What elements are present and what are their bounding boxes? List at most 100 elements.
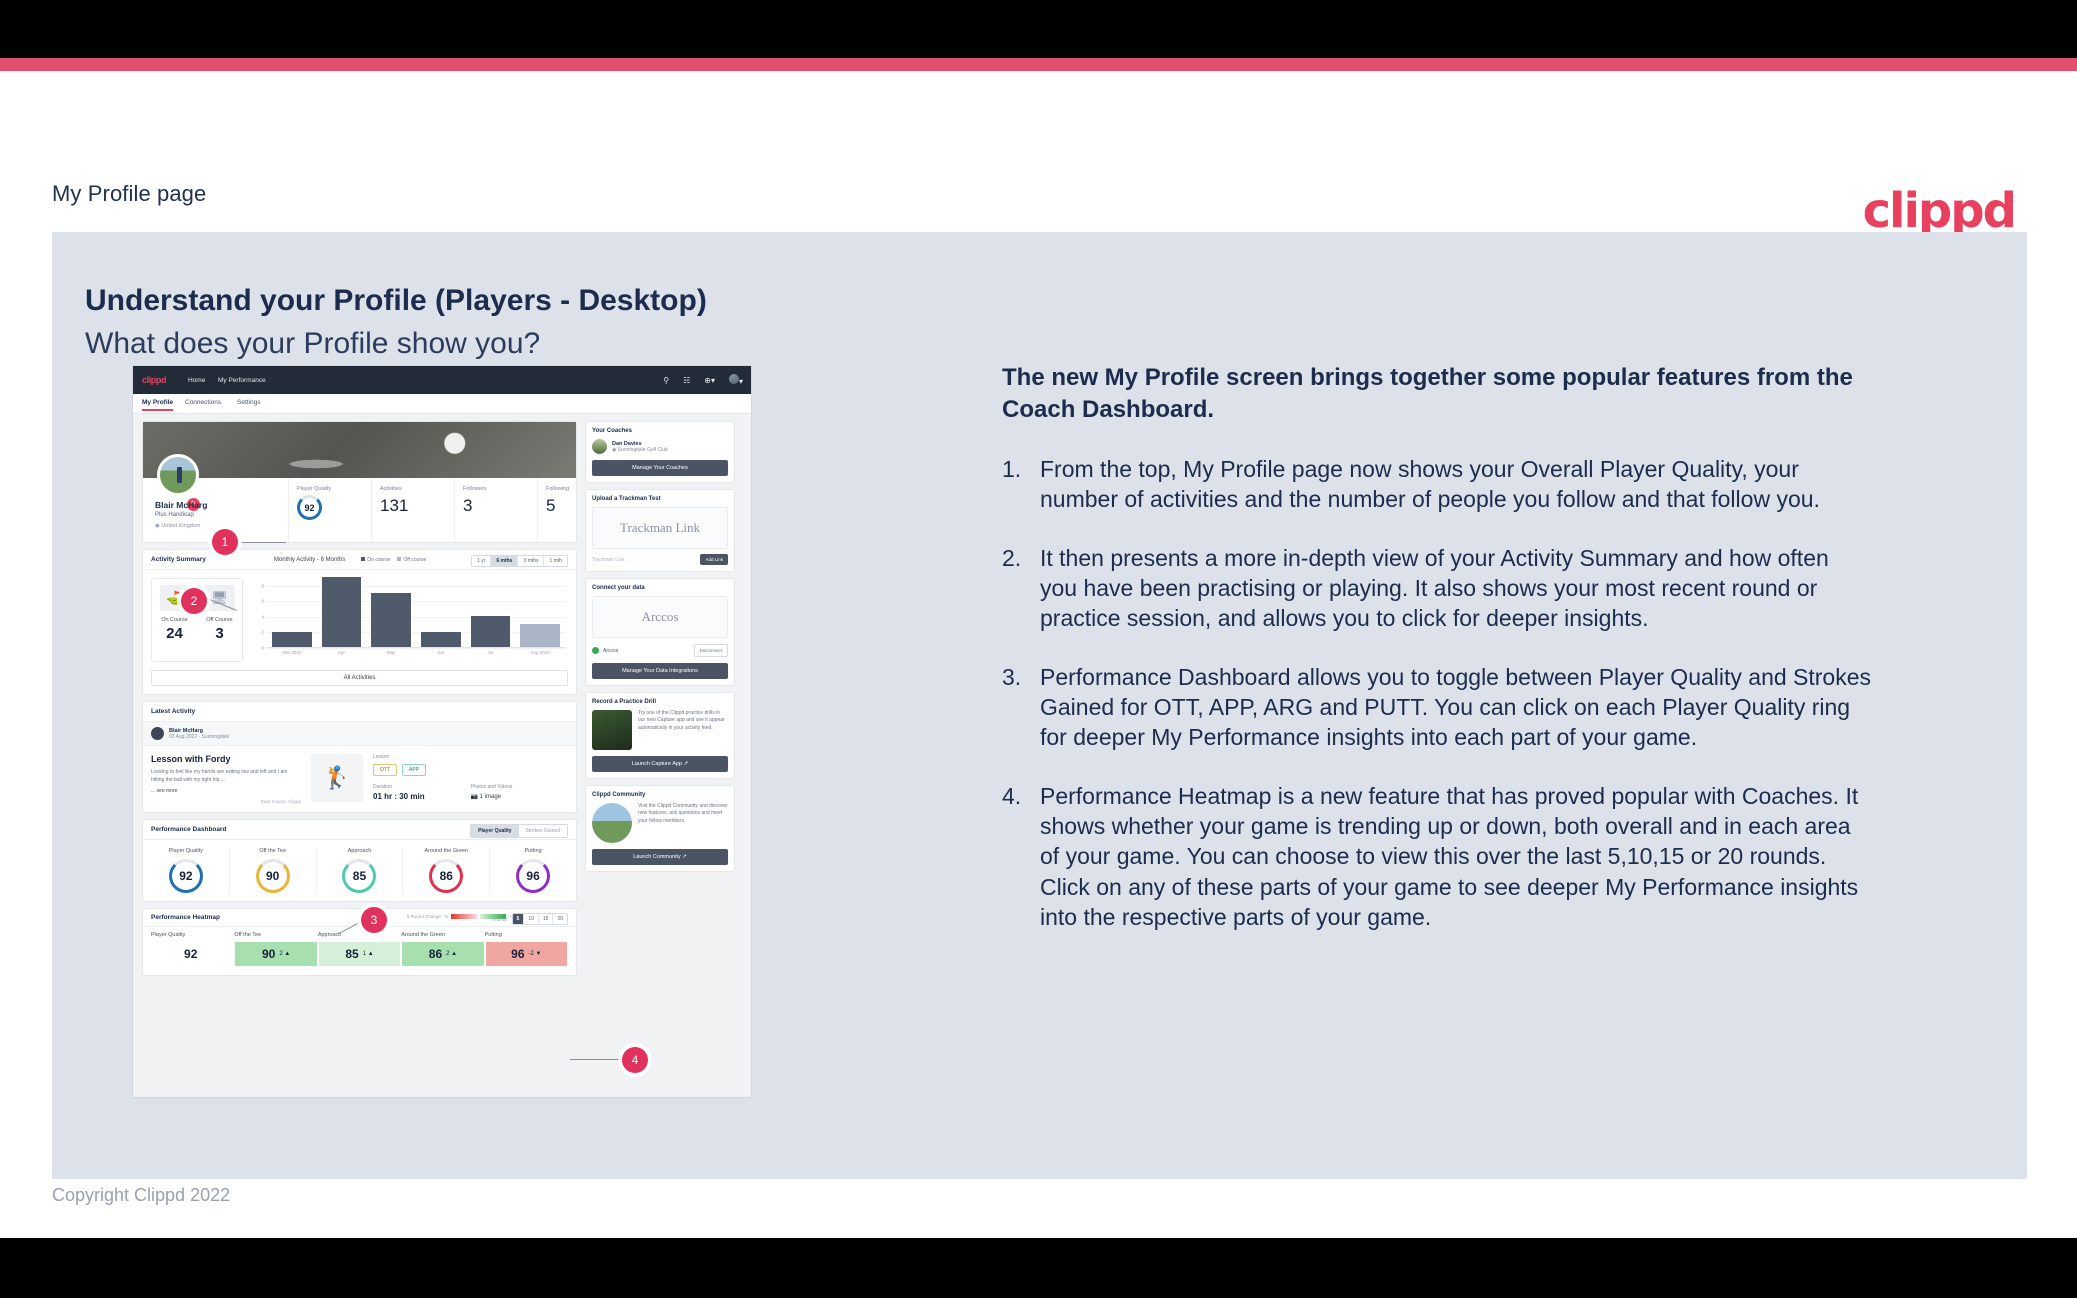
search-icon[interactable]: ⚲ bbox=[663, 376, 669, 385]
profile-location: ◉ United Kingdom bbox=[155, 523, 201, 529]
heatmap-delta: 1 ▲ bbox=[362, 951, 374, 957]
community-icon[interactable]: ☵ bbox=[683, 376, 690, 385]
rounds-5[interactable]: 5 bbox=[512, 914, 525, 924]
bar-jul[interactable] bbox=[470, 616, 511, 647]
player-quality-ring[interactable]: 92 bbox=[297, 495, 322, 520]
bar-may[interactable] bbox=[371, 592, 412, 647]
launch-community-button[interactable]: Launch Community ↗ bbox=[592, 849, 728, 865]
rounds-20[interactable]: 20 bbox=[553, 914, 567, 924]
lesson-type-label: Lesson bbox=[373, 754, 390, 760]
connect-title: Connect your data bbox=[592, 585, 645, 591]
launch-capture-app-button[interactable]: Launch Capture App ↗ bbox=[592, 756, 728, 772]
x-tick: May bbox=[386, 650, 396, 655]
accent-bar bbox=[0, 58, 2077, 71]
heatmap-cell-around-the-green[interactable]: 86 2 ▲ bbox=[401, 941, 485, 967]
range-1mth[interactable]: 1 mth bbox=[544, 556, 567, 566]
coach-row[interactable]: Dan Davies ◉ Sunningdale Golf Club bbox=[592, 439, 728, 454]
rounds-15[interactable]: 15 bbox=[538, 914, 554, 924]
add-icon[interactable]: ⊕▾ bbox=[704, 376, 715, 385]
data-source: Data Source: Clippd bbox=[260, 799, 301, 804]
app-navbar: clippd Home My Performance ⚲ ☵ ⊕▾ ▾ bbox=[133, 366, 751, 394]
chip-app[interactable]: APP bbox=[402, 764, 427, 776]
heatmap-cell-putting[interactable]: 96 -2 ▼ bbox=[484, 941, 569, 967]
range-1yr[interactable]: 1 yr bbox=[472, 556, 492, 566]
ring-cell-around-the-green[interactable]: Around the Green 86 bbox=[403, 848, 491, 893]
tab-connections[interactable]: Connections bbox=[185, 399, 221, 406]
y-tick: 2 bbox=[261, 629, 264, 635]
toggle-player-quality[interactable]: Player Quality bbox=[471, 825, 519, 837]
rounds-10[interactable]: 10 bbox=[524, 914, 539, 924]
ring-cell-player-quality[interactable]: Player Quality 92 bbox=[143, 848, 230, 893]
explanation-list: 1. From the top, My Profile page now sho… bbox=[1002, 454, 1872, 933]
manage-integrations-button[interactable]: Manage Your Data Integrations bbox=[592, 663, 728, 679]
bar-apr[interactable] bbox=[321, 577, 362, 647]
toggle-strokes-gained[interactable]: Strokes Gained bbox=[518, 825, 567, 837]
trackman-input[interactable]: Trackman Link bbox=[592, 557, 625, 563]
bar-jun[interactable] bbox=[421, 631, 461, 647]
stat-player-quality[interactable]: Player Quality 92 bbox=[288, 478, 371, 542]
cover-photo bbox=[143, 422, 576, 478]
ring-value[interactable]: 86 bbox=[429, 859, 464, 893]
chip-ott[interactable]: OTT bbox=[373, 764, 397, 776]
range-3mths[interactable]: 3 mths bbox=[518, 556, 545, 566]
counter-value: 24 bbox=[166, 625, 183, 642]
tab-settings[interactable]: Settings bbox=[237, 399, 261, 406]
nav-link-my-performance[interactable]: My Performance bbox=[218, 377, 266, 384]
x-tick: Jul bbox=[487, 650, 494, 655]
nav-link-home[interactable]: Home bbox=[188, 377, 205, 384]
heatmap-value: 90 bbox=[261, 947, 276, 961]
list-item: 4. Performance Heatmap is a new feature … bbox=[1002, 781, 1872, 933]
activity-title: Activity Summary bbox=[151, 556, 206, 563]
duration-column: Duration 01 hr : 30 min bbox=[373, 784, 471, 801]
heatmap-cell-off-the-tee[interactable]: 90 2 ▲ bbox=[234, 941, 318, 967]
manage-coaches-button[interactable]: Manage Your Coaches bbox=[592, 460, 728, 476]
stat-following[interactable]: Following 5 bbox=[537, 478, 620, 542]
heatmap-cell-approach[interactable]: 85 1 ▲ bbox=[317, 941, 402, 967]
scale-gradient-negative bbox=[450, 914, 477, 919]
bar-aug[interactable] bbox=[520, 624, 561, 647]
latest-title: Latest Activity bbox=[151, 708, 196, 715]
all-activities-button[interactable]: All Activities bbox=[151, 670, 568, 686]
heatmap-rounds: Rounds 5 10 15 20 bbox=[492, 913, 568, 925]
lesson-description: Looking to feel like my hands are exitin… bbox=[151, 769, 288, 783]
app-screenshot: clippd Home My Performance ⚲ ☵ ⊕▾ ▾ My P… bbox=[132, 365, 752, 1098]
disconnect-button[interactable]: Disconnect bbox=[693, 644, 728, 657]
bar-mar[interactable] bbox=[272, 631, 312, 647]
heatmap-cell-player-quality[interactable]: 92 bbox=[151, 941, 235, 967]
status-dot-icon bbox=[592, 647, 599, 654]
stat-activities[interactable]: Activities 131 bbox=[371, 478, 454, 542]
x-axis: Mar 2022 Apr May Jun Jul Aug 2022 bbox=[266, 650, 566, 655]
range-6mths[interactable]: 6 mths bbox=[491, 556, 519, 566]
slide-subheading: What does your Profile show you? bbox=[85, 327, 541, 360]
ring-cell-off-the-tee[interactable]: Off the Tee 90 bbox=[230, 848, 317, 893]
latest-activity-card: Latest Activity Blair McHarg 03 Aug 2022… bbox=[142, 701, 577, 813]
add-link-button[interactable]: Add Link bbox=[700, 554, 728, 565]
ring-value[interactable]: 96 bbox=[516, 859, 551, 893]
heatmap-labels: Player Quality Off the Tee Approach Arou… bbox=[143, 927, 576, 941]
duration-label: Duration bbox=[373, 784, 392, 790]
avatar[interactable] bbox=[157, 454, 199, 496]
profile-name: Blair McHarg bbox=[155, 500, 208, 510]
author-avatar bbox=[151, 727, 164, 740]
tab-my-profile[interactable]: My Profile bbox=[142, 399, 174, 411]
avatar-icon[interactable]: ▾ bbox=[728, 374, 743, 386]
profile-stats: Player Quality 92 Activities 131 Followe… bbox=[288, 478, 620, 542]
clippd-logo: clippd bbox=[1862, 183, 2017, 239]
list-item: 1. From the top, My Profile page now sho… bbox=[1002, 454, 1872, 515]
app-body: ✎ Blair McHarg Plus Handicap ◉ United Ki… bbox=[133, 414, 751, 983]
heatmap-value: 86 bbox=[428, 947, 443, 961]
ring-cell-approach[interactable]: Approach 85 bbox=[317, 848, 404, 893]
performance-heatmap-card: Performance Heatmap 5 Round Change -5 +5… bbox=[142, 908, 577, 976]
photos-label: Photos and Videos bbox=[470, 784, 513, 790]
stat-followers[interactable]: Followers 3 bbox=[454, 478, 537, 542]
community-content: Visit the Clippd Community and discover … bbox=[592, 803, 728, 843]
connect-data-card: Connect your data Arccos Arccos Disconne… bbox=[585, 578, 735, 686]
ring-label: Putting bbox=[524, 848, 542, 854]
x-tick: Aug 2022 bbox=[530, 650, 550, 655]
see-more-link[interactable]: ... see more bbox=[151, 788, 301, 794]
ring-value[interactable]: 90 bbox=[255, 859, 290, 893]
slide-heading: Understand your Profile (Players - Deskt… bbox=[85, 284, 707, 317]
ring-cell-putting[interactable]: Putting 96 bbox=[490, 848, 576, 893]
ring-value[interactable]: 85 bbox=[342, 859, 377, 893]
ring-value[interactable]: 92 bbox=[168, 859, 203, 893]
